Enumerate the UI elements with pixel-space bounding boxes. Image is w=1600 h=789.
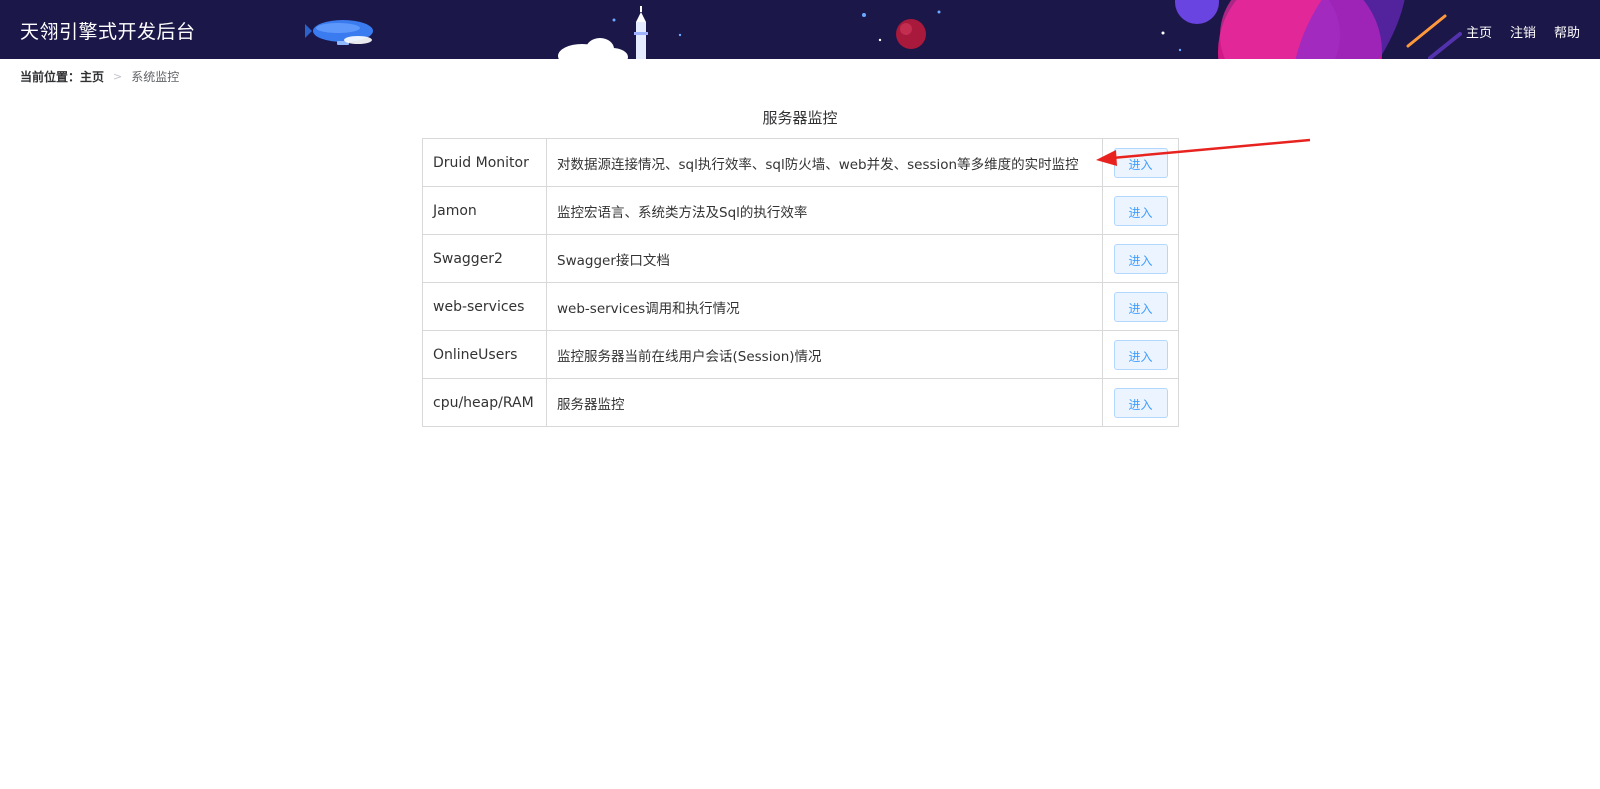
row-name: Druid Monitor (422, 138, 547, 187)
row-name: Swagger2 (422, 234, 547, 283)
breadcrumb-prefix: 当前位置： (20, 70, 81, 84)
table-row: OnlineUsers 监控服务器当前在线用户会话(Session)情况 进入 (422, 330, 1179, 379)
header-decoration (305, 0, 1462, 59)
tower-icon (634, 6, 648, 59)
breadcrumb-current: 系统监控 (131, 70, 180, 84)
row-name: OnlineUsers (422, 330, 547, 379)
table-row: Jamon 监控宏语言、系统类方法及Sql的执行效率 进入 (422, 186, 1179, 235)
row-description: 监控服务器当前在线用户会话(Session)情况 (546, 330, 1103, 379)
enter-button-web-services[interactable]: 进入 (1113, 291, 1168, 322)
enter-button-jamon[interactable]: 进入 (1113, 195, 1168, 226)
breadcrumb: 当前位置： 主页 > 系统监控 (20, 68, 179, 85)
table-row: web-services web-services调用和执行情况 进入 (422, 282, 1179, 331)
comet-decoration (1406, 14, 1462, 59)
panel-title: 服务器监控 (762, 109, 838, 127)
row-name: web-services (422, 282, 547, 331)
enter-button-online-users[interactable]: 进入 (1113, 339, 1168, 370)
enter-button-druid[interactable]: 进入 (1113, 147, 1168, 178)
cloud-icon (558, 38, 628, 59)
table-row: Swagger2 Swagger接口文档 进入 (422, 234, 1179, 283)
planet-large-icon (1175, 0, 1407, 59)
top-nav: 主页 注销 帮助 (1466, 22, 1580, 41)
monitor-table: Druid Monitor 对数据源连接情况、sql执行效率、sql防火墙、we… (422, 138, 1179, 427)
app-title: 天翎引擎式开发后台 (20, 21, 196, 43)
row-description: Swagger接口文档 (546, 234, 1103, 283)
nav-logout-link[interactable]: 注销 (1510, 22, 1536, 41)
row-description: web-services调用和执行情况 (546, 282, 1103, 331)
row-description: 监控宏语言、系统类方法及Sql的执行效率 (546, 186, 1103, 235)
top-header: 天翎引擎式开发后台 主页 注销 帮助 (0, 0, 1600, 59)
row-name: cpu/heap/RAM (422, 378, 547, 427)
enter-button-server-monitor[interactable]: 进入 (1113, 387, 1168, 418)
row-description: 对数据源连接情况、sql执行效率、sql防火墙、web并发、session等多维… (546, 138, 1103, 187)
planet-small-icon (896, 19, 926, 49)
stars-decoration (612, 10, 1182, 52)
table-row: Druid Monitor 对数据源连接情况、sql执行效率、sql防火墙、we… (422, 138, 1179, 187)
table-row: cpu/heap/RAM 服务器监控 进入 (422, 378, 1179, 427)
breadcrumb-separator: > (113, 70, 123, 83)
nav-help-link[interactable]: 帮助 (1554, 22, 1580, 41)
row-name: Jamon (422, 186, 547, 235)
row-description: 服务器监控 (546, 378, 1103, 427)
enter-button-swagger[interactable]: 进入 (1113, 243, 1168, 274)
blimp-icon (305, 20, 373, 45)
nav-home-link[interactable]: 主页 (1466, 22, 1492, 41)
breadcrumb-home-link[interactable]: 主页 (80, 68, 104, 85)
